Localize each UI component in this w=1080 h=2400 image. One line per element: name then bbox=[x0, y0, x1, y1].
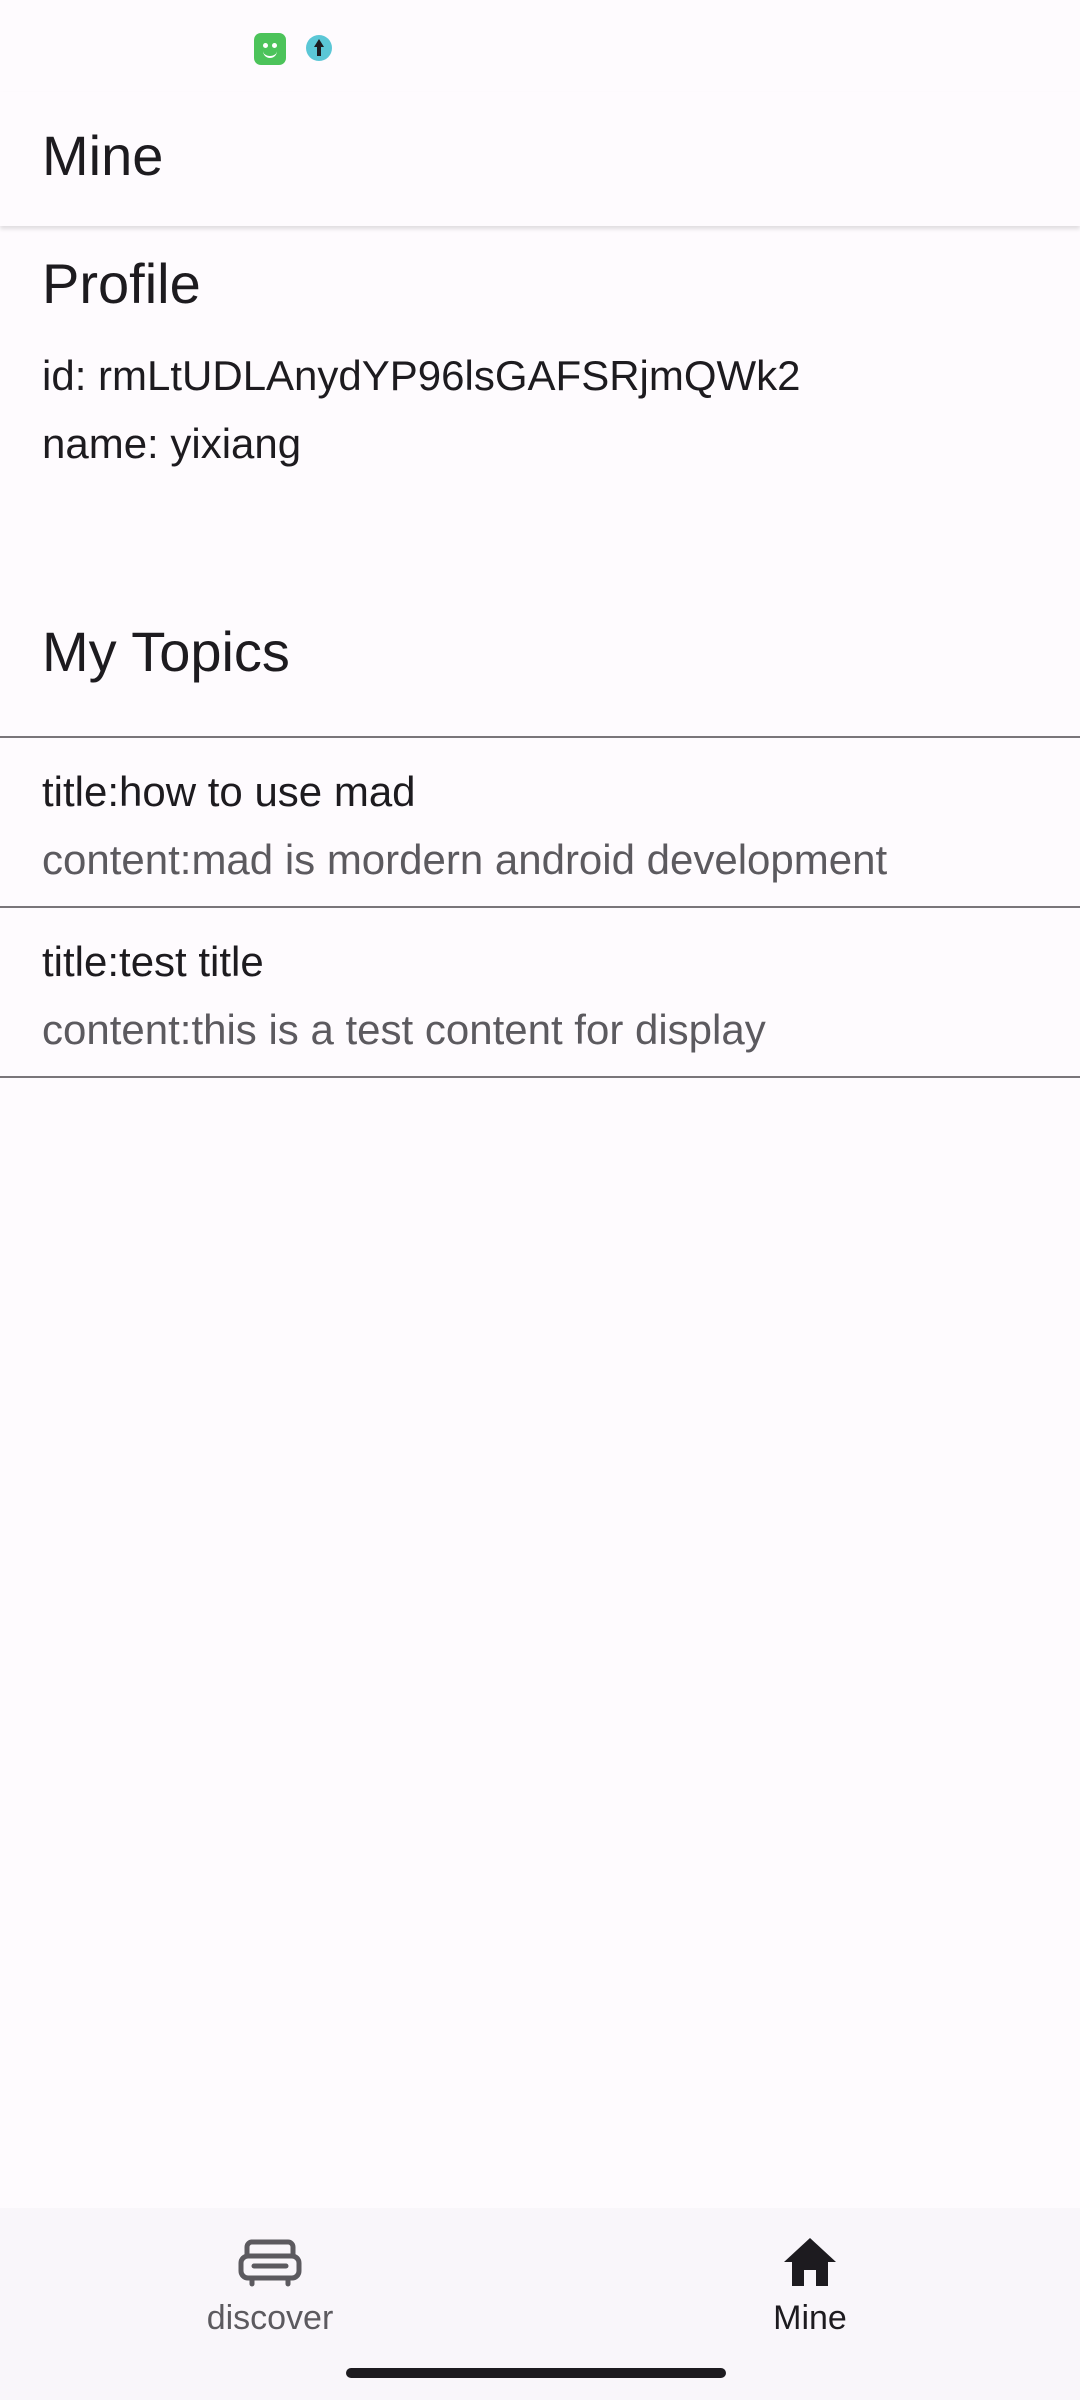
upload-notification-icon bbox=[306, 35, 332, 61]
status-bar bbox=[0, 0, 1080, 92]
nav-item-discover[interactable]: discover bbox=[0, 2208, 540, 2358]
home-icon bbox=[784, 2238, 836, 2286]
top-app-bar: Mine bbox=[0, 92, 1080, 226]
app-screen: Mine Profile id: rmLtUDLAnydYP96lsGAFSRj… bbox=[0, 0, 1080, 2400]
nav-label-discover: discover bbox=[206, 2299, 334, 2337]
page-title: Mine bbox=[42, 124, 164, 187]
divider bbox=[0, 1076, 1080, 1078]
home-gesture-bar[interactable] bbox=[346, 2368, 726, 2378]
topic-content: content:mad is mordern android developme… bbox=[42, 836, 888, 883]
profile-name: name: yixiang bbox=[42, 420, 302, 467]
my-topics-heading: My Topics bbox=[42, 620, 290, 683]
profile-heading: Profile bbox=[42, 252, 201, 315]
sofa-icon bbox=[238, 2239, 302, 2287]
topic-title: title:how to use mad bbox=[42, 768, 416, 815]
app-notification-icon bbox=[254, 33, 286, 65]
topic-title: title:test title bbox=[42, 938, 264, 985]
nav-label-mine: Mine bbox=[773, 2299, 847, 2337]
topic-list-item[interactable]: title:test title content:this is a test … bbox=[0, 908, 1080, 1076]
topic-list: title:how to use mad content:mad is mord… bbox=[0, 736, 1080, 1078]
nav-item-mine[interactable]: Mine bbox=[540, 2208, 1080, 2358]
topic-content: content:this is a test content for displ… bbox=[42, 1006, 766, 1053]
topic-list-item[interactable]: title:how to use mad content:mad is mord… bbox=[0, 738, 1080, 906]
profile-id: id: rmLtUDLAnydYP96lsGAFSRjmQWk2 bbox=[42, 352, 801, 399]
